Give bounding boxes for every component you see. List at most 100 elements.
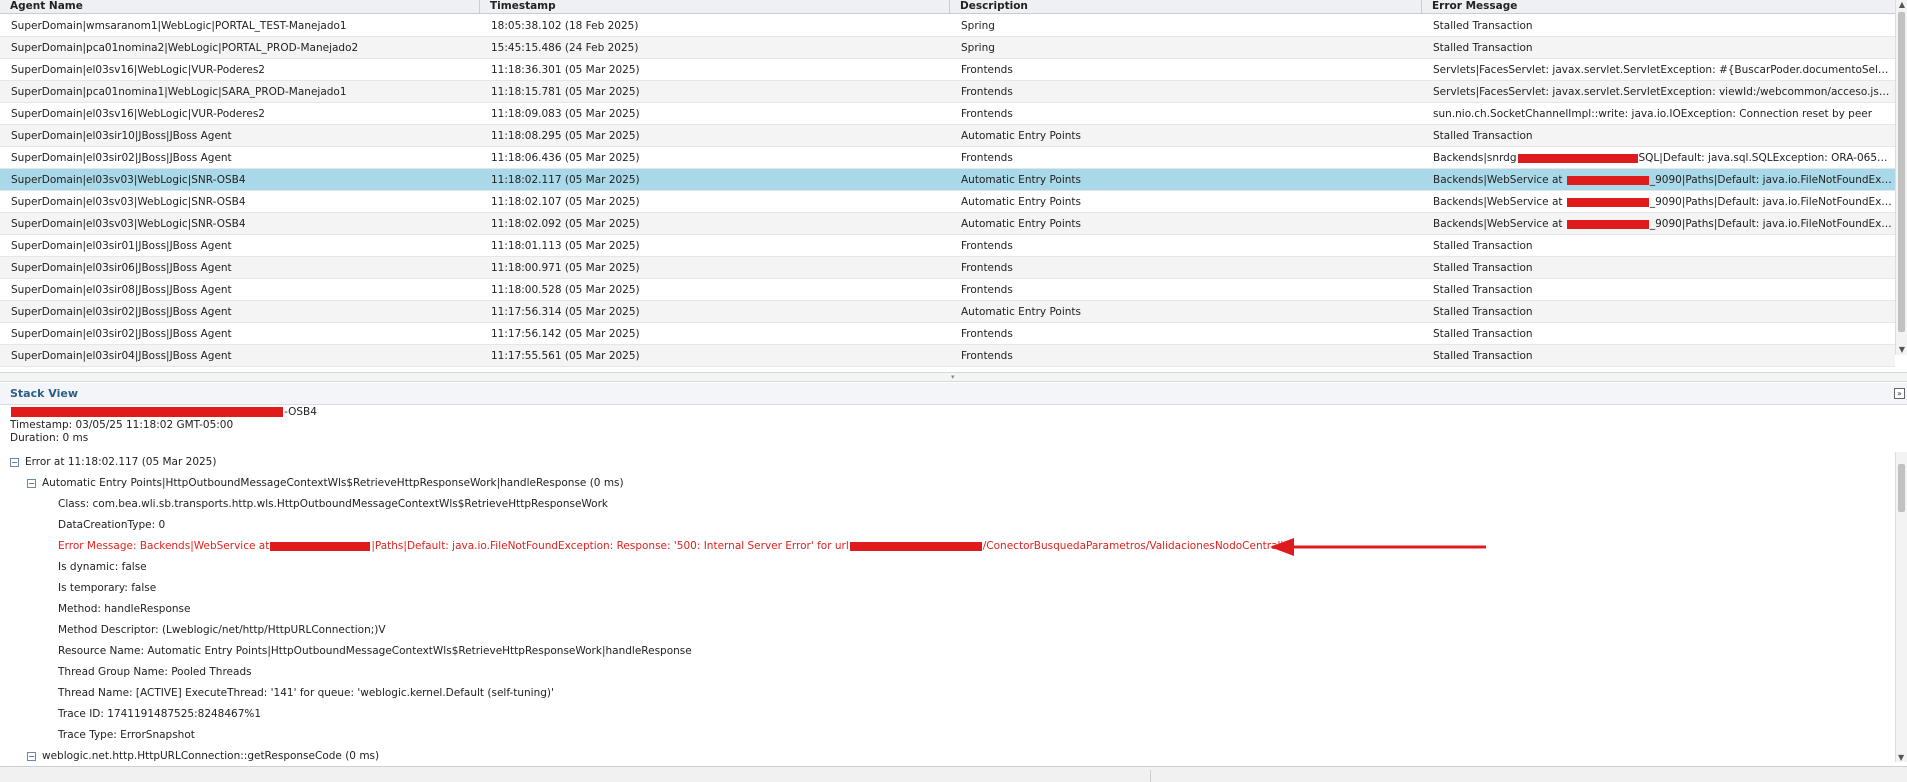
error-text-start: Stalled Transaction — [1433, 20, 1533, 32]
transactions-table: Agent Name Timestamp Description Error M… — [0, 0, 1907, 372]
agent-cell: SuperDomain|el03sir02|JBoss|JBoss Agent — [11, 152, 232, 164]
error-message-cell: Stalled Transaction — [1422, 257, 1893, 279]
error-text-start: Backends|WebService at — [1433, 218, 1566, 230]
redaction-mark — [11, 407, 283, 417]
error-message-cell: Backends|WebService at _9090|Paths|Defau… — [1422, 169, 1893, 191]
error-message-cell: Backends|snrdg SQL|Default: java.sql.SQLE… — [1422, 147, 1893, 169]
error-text-start: Stalled Transaction — [1433, 42, 1533, 54]
timestamp-cell: 11:18:15.781 (05 Mar 2025) — [491, 86, 640, 98]
agent-cell: SuperDomain|pca01nomina2|WebLogic|PORTAL… — [11, 42, 359, 54]
table-row[interactable]: SuperDomain|el03sir04|JBoss|JBoss Agent 1… — [0, 345, 1895, 367]
description-cell: Frontends — [961, 108, 1013, 120]
scrollbar-thumb[interactable] — [1898, 12, 1905, 332]
table-row[interactable]: SuperDomain|el03sir08|JBoss|JBoss Agent 1… — [0, 279, 1895, 301]
prop-method: Method: handleResponse — [58, 603, 191, 615]
scroll-down-icon[interactable]: ▼ — [1898, 753, 1904, 762]
timestamp-cell: 11:18:36.301 (05 Mar 2025) — [491, 64, 640, 76]
column-header-timestamp[interactable]: Timestamp — [480, 0, 950, 14]
error-message-cell: Stalled Transaction — [1422, 15, 1893, 37]
error-message-cell: Stalled Transaction — [1422, 301, 1893, 323]
table-scrollbar[interactable]: ▲ ▼ — [1895, 0, 1907, 355]
error-message-mid: |Paths|Default: java.io.FileNotFoundExce… — [371, 540, 849, 552]
error-message-cell: Stalled Transaction — [1422, 235, 1893, 257]
error-text-start: sun.nio.ch.SocketChannelImpl::write: jav… — [1433, 108, 1873, 120]
table-row[interactable]: SuperDomain|pca01nomina1|WebLogic|SARA_P… — [0, 81, 1895, 103]
description-cell: Frontends — [961, 64, 1013, 76]
minus-box-icon[interactable]: − — [27, 478, 36, 488]
timestamp-cell: 11:17:56.314 (05 Mar 2025) — [491, 306, 640, 318]
agent-cell: SuperDomain|wmsaranom1|WebLogic|PORTAL_T… — [11, 20, 347, 32]
double-chevron-icon[interactable]: » — [1894, 388, 1905, 399]
minus-box-icon[interactable]: − — [27, 751, 36, 761]
scrollbar-thumb[interactable] — [1898, 464, 1905, 512]
table-row[interactable]: SuperDomain|el03sir10|JBoss|JBoss Agent 1… — [0, 125, 1895, 147]
agent-line: -OSB4 — [10, 406, 317, 419]
agent-suffix: -OSB4 — [284, 406, 317, 418]
error-text-end: _9090|Paths|Default: java.io.FileNotFoun… — [1649, 196, 1893, 208]
agent-cell: SuperDomain|el03sir01|JBoss|JBoss Agent — [11, 240, 232, 252]
table-row[interactable]: SuperDomain|el03sv03|WebLogic|SNR-OSB4 11… — [0, 191, 1895, 213]
error-text-start: Backends|WebService at — [1433, 174, 1566, 186]
timestamp-cell: 11:18:00.528 (05 Mar 2025) — [491, 284, 640, 296]
stack-scrollbar[interactable]: ▼ — [1895, 452, 1907, 762]
error-text-start: Backends|snrdg — [1433, 152, 1517, 164]
redaction-mark — [1517, 153, 1638, 163]
agent-cell: SuperDomain|el03sv16|WebLogic|VUR-Podere… — [11, 64, 265, 76]
tree-node-component[interactable]: − Automatic Entry Points|HttpOutboundMess… — [27, 473, 624, 494]
timestamp-cell: 11:18:02.092 (05 Mar 2025) — [491, 218, 640, 230]
timestamp-cell: 18:05:38.102 (18 Feb 2025) — [491, 20, 639, 32]
table-row[interactable]: SuperDomain|el03sv03|WebLogic|SNR-OSB4 11… — [0, 169, 1895, 191]
tree-node-next[interactable]: − weblogic.net.http.HttpURLConnection::ge… — [27, 746, 379, 764]
column-header-agent-name[interactable]: Agent Name — [0, 0, 480, 14]
error-message-start: Error Message: Backends|WebService at — [58, 540, 270, 552]
minus-box-icon[interactable]: − — [10, 457, 19, 467]
redaction-mark — [270, 541, 371, 551]
table-body: SuperDomain|wmsaranom1|WebLogic|PORTAL_T… — [0, 15, 1895, 367]
table-row[interactable]: SuperDomain|el03sv16|WebLogic|VUR-Podere… — [0, 103, 1895, 125]
scroll-up-icon[interactable]: ▲ — [1898, 0, 1906, 10]
redaction-mark — [1566, 219, 1649, 229]
timestamp-cell: 11:18:02.117 (05 Mar 2025) — [491, 174, 640, 186]
table-row[interactable]: SuperDomain|el03sir02|JBoss|JBoss Agent 1… — [0, 301, 1895, 323]
scroll-down-icon[interactable]: ▼ — [1898, 345, 1906, 355]
table-row[interactable]: SuperDomain|el03sir06|JBoss|JBoss Agent 1… — [0, 257, 1895, 279]
prop-thread-group: Thread Group Name: Pooled Threads — [58, 666, 252, 678]
agent-cell: SuperDomain|pca01nomina1|WebLogic|SARA_P… — [11, 86, 347, 98]
prop-trace-type: Trace Type: ErrorSnapshot — [58, 729, 195, 741]
tree-node-label: Error at 11:18:02.117 (05 Mar 2025) — [25, 456, 217, 468]
column-header-error-message[interactable]: Error Message — [1422, 0, 1895, 14]
error-message-cell: Backends|WebService at _9090|Paths|Defau… — [1422, 191, 1893, 213]
prop-thread-name: Thread Name: [ACTIVE] ExecuteThread: '14… — [58, 687, 554, 699]
table-row[interactable]: SuperDomain|el03sir01|JBoss|JBoss Agent 1… — [0, 235, 1895, 257]
error-message-cell: Stalled Transaction — [1422, 279, 1893, 301]
agent-cell: SuperDomain|el03sir04|JBoss|JBoss Agent — [11, 350, 232, 362]
description-cell: Automatic Entry Points — [961, 196, 1082, 208]
panel-splitter[interactable]: ▾ — [0, 372, 1907, 382]
prop-error-message: Error Message: Backends|WebService at |Pa… — [58, 536, 1283, 557]
prop-data-creation-type: DataCreationType: 0 — [58, 519, 166, 531]
table-row[interactable]: SuperDomain|wmsaranom1|WebLogic|PORTAL_T… — [0, 15, 1895, 37]
table-row[interactable]: SuperDomain|el03sir02|JBoss|JBoss Agent 1… — [0, 147, 1895, 169]
stack-tree: − Error at 11:18:02.117 (05 Mar 2025) − Au… — [0, 452, 1895, 764]
stack-meta: -OSB4 Timestamp: 03/05/25 11:18:02 GMT-0… — [10, 406, 317, 445]
table-row[interactable]: SuperDomain|pca01nomina2|WebLogic|PORTAL… — [0, 37, 1895, 59]
prop-trace-id: Trace ID: 1741191487525:8248467%1 — [58, 708, 262, 720]
table-row[interactable]: SuperDomain|el03sv03|WebLogic|SNR-OSB4 11… — [0, 213, 1895, 235]
error-text-start: Servlets|FacesServlet: javax.servlet.Ser… — [1433, 64, 1893, 76]
splitter-grip-icon[interactable]: ▾ — [951, 373, 955, 381]
error-text-start: Servlets|FacesServlet: javax.servlet.Ser… — [1433, 86, 1893, 98]
description-cell: Frontends — [961, 262, 1013, 274]
table-row[interactable]: SuperDomain|el03sv16|WebLogic|VUR-Podere… — [0, 59, 1895, 81]
error-message-cell: Servlets|FacesServlet: javax.servlet.Ser… — [1422, 59, 1893, 81]
description-cell: Automatic Entry Points — [961, 306, 1082, 318]
prop-class: Class: com.bea.wli.sb.transports.http.wl… — [58, 498, 608, 510]
column-header-description[interactable]: Description — [950, 0, 1422, 14]
table-row[interactable]: SuperDomain|el03sir02|JBoss|JBoss Agent 1… — [0, 323, 1895, 345]
description-cell: Automatic Entry Points — [961, 130, 1082, 142]
error-message-cell: Stalled Transaction — [1422, 37, 1893, 59]
timestamp-cell: 11:18:08.295 (05 Mar 2025) — [491, 130, 640, 142]
error-message-cell: Stalled Transaction — [1422, 125, 1893, 147]
agent-cell: SuperDomain|el03sv16|WebLogic|VUR-Podere… — [11, 108, 265, 120]
tree-node-error-root[interactable]: − Error at 11:18:02.117 (05 Mar 2025) — [10, 452, 216, 473]
timestamp-cell: 15:45:15.486 (24 Feb 2025) — [491, 42, 639, 54]
